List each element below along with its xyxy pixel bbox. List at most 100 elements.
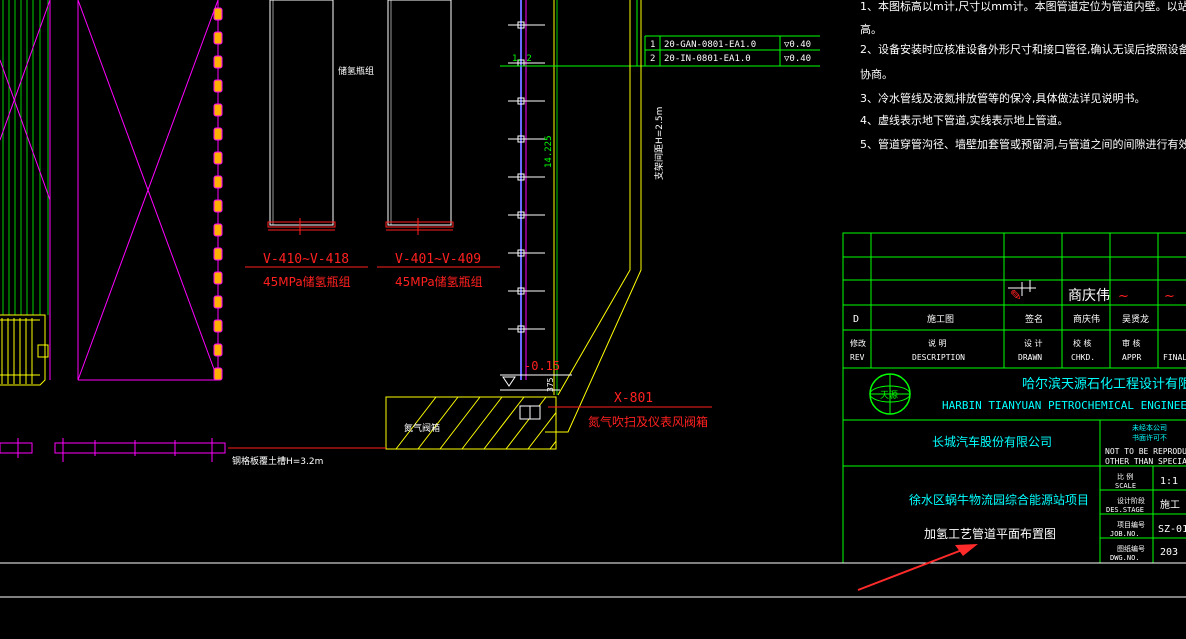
equip-tag-text: X-801 (614, 391, 653, 406)
pipe-code: 20-IN-0801-EA1.0 (664, 54, 751, 64)
svg-text:图纸编号: 图纸编号 (1117, 544, 1145, 553)
hdr-chkd-cn: 校 核 (1073, 338, 1092, 348)
revision-row: D 施工图 签名 商庆伟 吴贤龙 (853, 313, 1149, 325)
sheet-border (0, 562, 1186, 598)
hatch-line (417, 396, 459, 450)
ground-label-text: 钢格板覆土槽H=3.2m (232, 455, 323, 467)
pipe-code: 20-GAN-0801-EA1.0 (664, 40, 756, 50)
left-skid-area (0, 0, 223, 386)
svg-text:DES.STAGE: DES.STAGE (1106, 506, 1144, 514)
valve-marker (213, 127, 223, 141)
valve-marker (213, 343, 223, 357)
vessel-tag-2: V-401~V-409 45MPa储氢瓶组 (377, 252, 500, 289)
hatch-line (461, 396, 503, 450)
hatch-line (439, 396, 481, 450)
copyright-note: 未经本公司 书面许可不 NOT TO BE REPRODUC OTHER THA… (1105, 423, 1186, 466)
drawing-title: 加氢工艺管道平面布置图 (924, 526, 1056, 541)
pit-label: 氮气阀箱 (404, 422, 440, 434)
general-notes: 1、本图标高以m计,尺寸以mm计。本图管道定位为管道内壁。以站房室内地坪为±0.… (860, 0, 1186, 151)
svg-text:DWG.NO.: DWG.NO. (1110, 554, 1140, 562)
note-line: 4、虚线表示地下管道,实线表示地上管道。 (860, 113, 1069, 127)
svg-text:203: 203 (1160, 547, 1178, 558)
svg-text:比 例: 比 例 (1117, 472, 1133, 481)
svg-text:1:1: 1:1 (1160, 476, 1178, 487)
valve-marker (213, 271, 223, 285)
pipe-elev: ▽0.40 (784, 40, 811, 50)
valve-marker (213, 295, 223, 309)
svg-text:未经本公司: 未经本公司 (1132, 423, 1167, 432)
vessel-tag-1: V-410~V-418 45MPa储氢瓶组 (245, 252, 368, 289)
copy-en-2: OTHER THAN SPECIA (1105, 457, 1186, 466)
note-line: 协商。 (860, 67, 893, 81)
equip-desc-text: 氮气吹扫及仪表风阀箱 (588, 414, 708, 429)
hdr-rev-cn: 修改 (850, 338, 866, 348)
pipe-line-table: 1 20-GAN-0801-EA1.0 ▽0.40 2 20-IN-0801-E… (650, 40, 811, 64)
vessel-group-2[interactable] (385, 0, 454, 235)
hdr-drawn-en: DRAWN (1018, 353, 1042, 362)
hdr-chkd-en: CHKD. (1071, 353, 1095, 362)
hatch-line (505, 396, 547, 450)
hdr-drawn-cn: 设 计 (1024, 338, 1043, 348)
elevation-marker: -0.15 375 (500, 359, 572, 392)
svg-text:施工: 施工 (1160, 498, 1180, 511)
signature-row: ✎ 商庆伟 ~ ~ (1008, 280, 1175, 304)
revision-header: 修改 REV 说 明 DESCRIPTION 设 计 DRAWN 校 核 CHK… (850, 338, 1186, 362)
left-pipe-rack (0, 438, 226, 462)
elev-text: -0.15 (524, 359, 560, 373)
hdr-final-en: FINAL (1163, 353, 1186, 362)
signature-chkd: 商庆伟 (1068, 288, 1110, 304)
line-marker: 1、2 (512, 54, 532, 64)
hatch-line (549, 440, 557, 450)
hdr-appr-en: APPR (1122, 353, 1141, 362)
vessel-tag-text: V-401~V-409 (395, 252, 481, 267)
valve-marker (213, 175, 223, 189)
svg-text:JOB.NO.: JOB.NO. (1110, 530, 1140, 538)
rev-appr: 吴贤龙 (1122, 313, 1149, 325)
pipe-no: 1 (650, 40, 655, 50)
svg-text:✎: ✎ (1010, 288, 1022, 304)
svg-text:天源: 天源 (880, 390, 898, 401)
hdr-appr-cn: 审 核 (1122, 338, 1141, 348)
svg-text:设计阶段: 设计阶段 (1117, 496, 1145, 505)
svg-text:SCALE: SCALE (1115, 482, 1136, 490)
valve-marker (213, 7, 223, 21)
company-block: 天源 哈尔滨天源石化工程设计有限责任 HARBIN TIANYUAN PETRO… (869, 373, 1186, 415)
hatch-line (483, 396, 525, 450)
hatch-line (395, 396, 437, 450)
valve-marker (213, 151, 223, 165)
project-name: 徐水区蜗牛物流园综合能源站项目 (909, 492, 1089, 507)
rev-value: D (853, 314, 859, 325)
vessel-desc-text: 45MPa储氢瓶组 (263, 274, 351, 289)
copy-en-1: NOT TO BE REPRODUC (1105, 447, 1186, 456)
svg-text:SZ-01: SZ-01 (1158, 524, 1186, 535)
valve-marker (213, 199, 223, 213)
project-info: 长城汽车股份有限公司 徐水区蜗牛物流园综合能源站项目 加氢工艺管道平面布置图 (909, 434, 1089, 541)
valve-marker (213, 319, 223, 333)
svg-text:~: ~ (1164, 289, 1175, 304)
vessel-group-1[interactable] (267, 0, 336, 235)
hdr-rev-en: REV (850, 353, 865, 362)
rack-label: 支架间距H=2.5m (653, 107, 665, 180)
pipe-elev: ▽0.40 (784, 54, 811, 64)
dim-small: 375 (546, 377, 555, 392)
company-name-cn: 哈尔滨天源石化工程设计有限责任 (1022, 376, 1186, 392)
rev-desc: 施工图 (927, 313, 954, 325)
client-name: 长城汽车股份有限公司 (932, 434, 1052, 449)
note-line: 3、冷水管线及液氮排放管等的保冷,具体做法详见说明书。 (860, 91, 1146, 105)
pipe-no: 2 (650, 54, 655, 64)
svg-text:~: ~ (1118, 289, 1129, 304)
ground-line: 钢格板覆土槽H=3.2m (228, 447, 386, 467)
dim-vertical: 14.225 (544, 135, 554, 168)
vessel-tag-text: V-410~V-418 (263, 252, 349, 267)
company-name-en: HARBIN TIANYUAN PETROCHEMICAL ENGINEER (942, 399, 1186, 412)
annotation-arrow (857, 544, 978, 591)
note-line: 2、设备安装时应核准设备外形尺寸和接口管径,确认无误后按照设备厂家的说明书进行设… (860, 42, 1186, 56)
hdr-desc-en: DESCRIPTION (912, 353, 965, 362)
cad-drawing-canvas[interactable]: 储氢瓶组 V-410~V-418 45MPa储氢瓶组 V-401~V-409 4… (0, 0, 1186, 639)
valve-marker (213, 79, 223, 93)
company-logo: 天源 (869, 373, 911, 415)
valve-pit[interactable] (385, 396, 557, 450)
svg-text:项目编号: 项目编号 (1117, 520, 1145, 529)
vessel-inner-label: 储氢瓶组 (338, 65, 374, 77)
valve-marker (213, 103, 223, 117)
